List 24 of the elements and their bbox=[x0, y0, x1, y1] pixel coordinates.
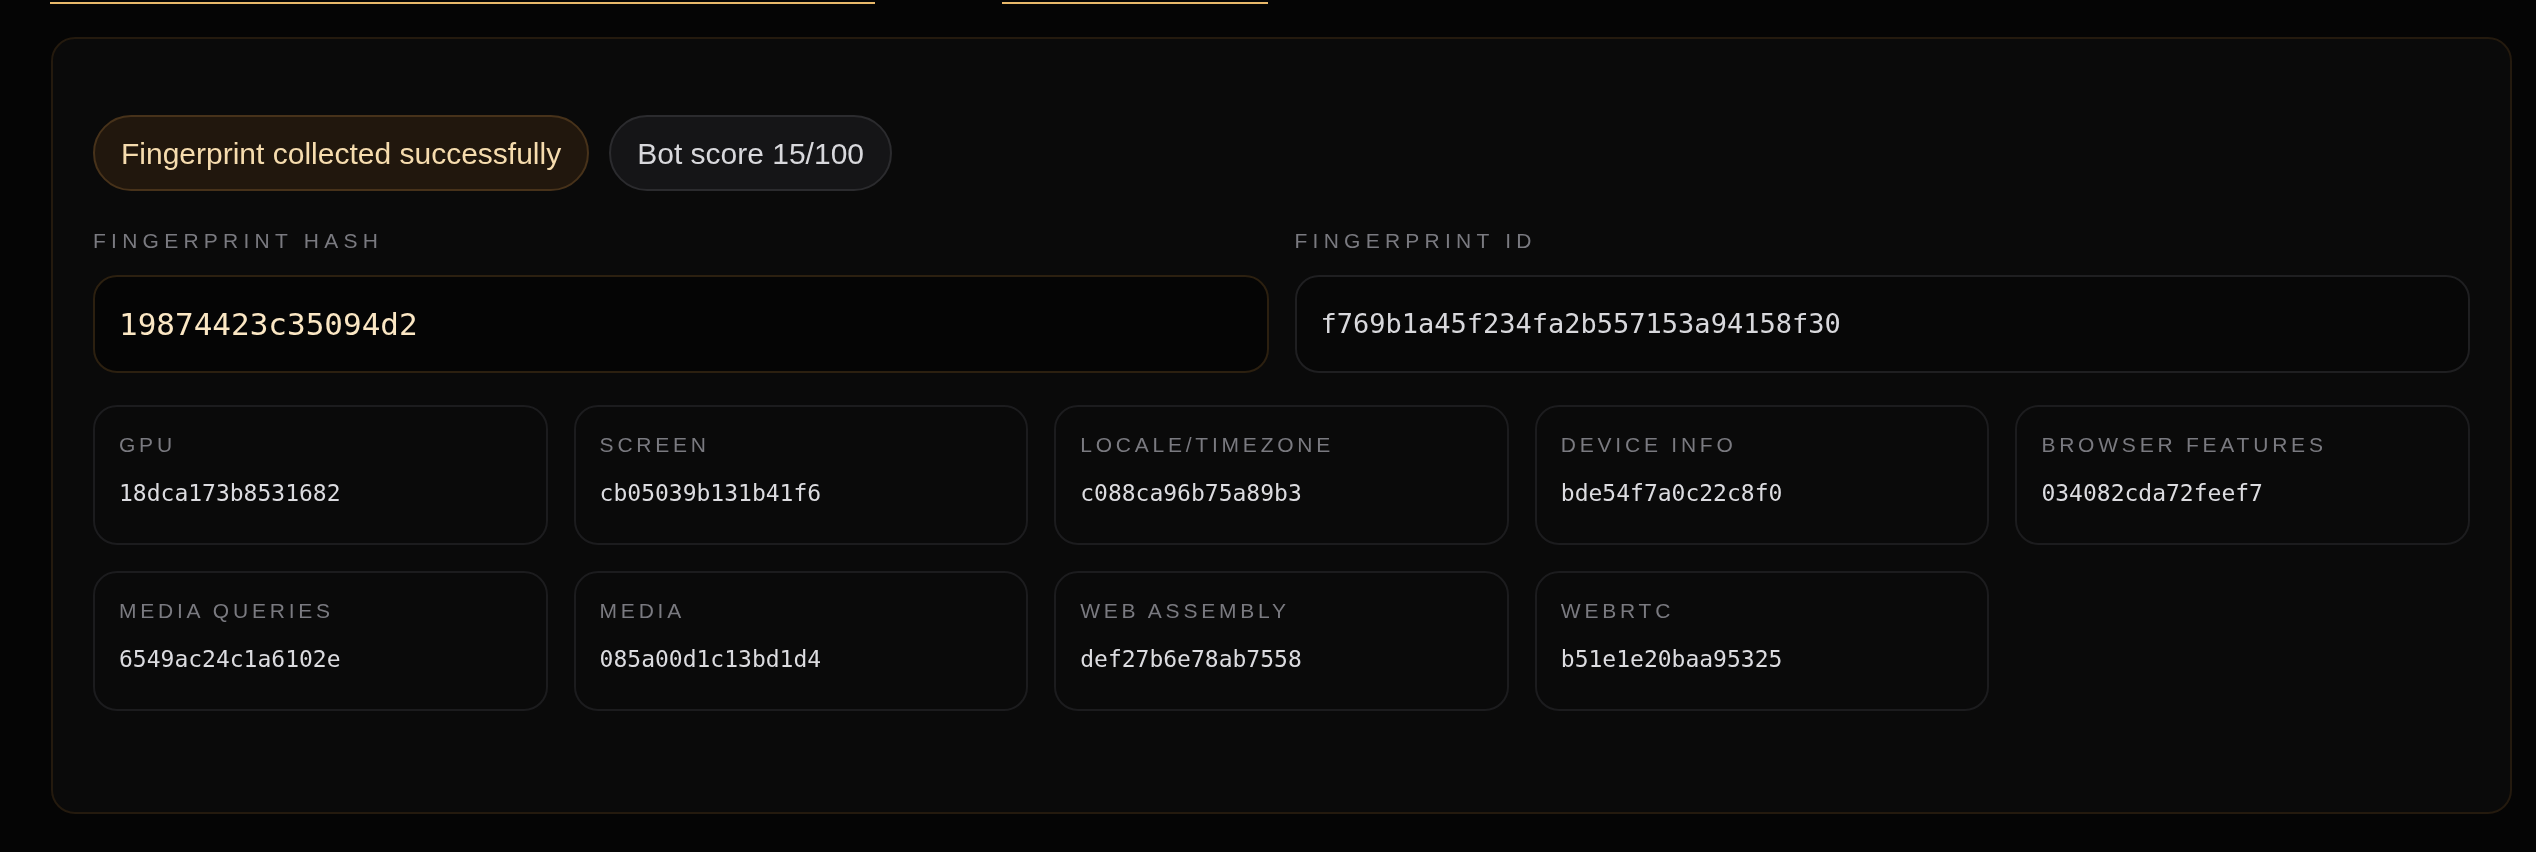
component-hash: b51e1e20baa95325 bbox=[1560, 645, 1784, 673]
component-hash: 034082cda72feef7 bbox=[2041, 479, 2264, 507]
field-label: FINGERPRINT HASH bbox=[93, 229, 385, 253]
component-label: LOCALE/TIMEZONE bbox=[1080, 433, 1336, 457]
hash-value-field: 19874423c35094d2 bbox=[93, 275, 1269, 373]
component-label: DEVICE INFO bbox=[1560, 433, 1738, 457]
component-label: MEDIA bbox=[599, 599, 686, 623]
component-hash: 6549ac24c1a6102e bbox=[119, 645, 342, 673]
component-label: GPU bbox=[119, 433, 177, 457]
component-label: WEB ASSEMBLY bbox=[1080, 599, 1291, 623]
component-hash: cb05039b131b41f6 bbox=[599, 479, 823, 507]
hash-value-field: f769b1a45f234fa2b557153a94158f30 bbox=[1294, 275, 2470, 373]
component-label: SCREEN bbox=[599, 433, 711, 457]
component-hash: 085a00d1c13bd1d4 bbox=[599, 645, 823, 673]
field-label: FINGERPRINT ID bbox=[1294, 229, 1538, 253]
component-label: WEBRTC bbox=[1560, 599, 1676, 623]
status-badge: Fingerprint collected successfully bbox=[93, 115, 590, 191]
component-hash: def27b6e78ab7558 bbox=[1080, 645, 1303, 673]
status-badge: Bot score 15/100 bbox=[609, 115, 892, 191]
component-hash: c088ca96b75a89b3 bbox=[1080, 479, 1303, 507]
component-label: BROWSER FEATURES bbox=[2041, 433, 2328, 457]
component-label: MEDIA QUERIES bbox=[119, 599, 335, 623]
component-hash: bde54f7a0c22c8f0 bbox=[1560, 479, 1784, 507]
component-hash: 18dca173b8531682 bbox=[119, 479, 342, 507]
